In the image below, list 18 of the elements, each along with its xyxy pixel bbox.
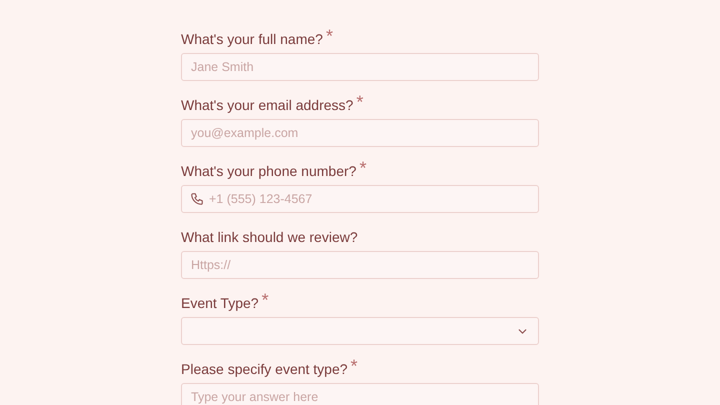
input-field[interactable]: you@example.com bbox=[181, 119, 539, 147]
field-label: Please specify event type? bbox=[181, 360, 348, 379]
input-field[interactable]: Https:// bbox=[181, 251, 539, 279]
field-label: Event Type? bbox=[181, 294, 259, 313]
required-mark: * bbox=[326, 27, 333, 45]
input-field[interactable]: Jane Smith bbox=[181, 53, 539, 81]
dropdown-field[interactable] bbox=[181, 317, 539, 345]
field-label: What's your phone number? bbox=[181, 162, 356, 181]
phone-icon bbox=[190, 192, 204, 206]
field-label: What's your full name? bbox=[181, 30, 323, 49]
input-field[interactable]: Type your answer here bbox=[181, 383, 539, 405]
required-mark: * bbox=[356, 93, 364, 111]
required-mark: * bbox=[350, 357, 358, 375]
field-label: What link should we review? bbox=[181, 228, 358, 247]
required-mark: * bbox=[262, 291, 269, 309]
phone-field[interactable]: +1 (555) 123-4567 bbox=[181, 185, 539, 213]
field-label: What's your email address? bbox=[181, 96, 354, 115]
required-mark: * bbox=[359, 159, 366, 177]
